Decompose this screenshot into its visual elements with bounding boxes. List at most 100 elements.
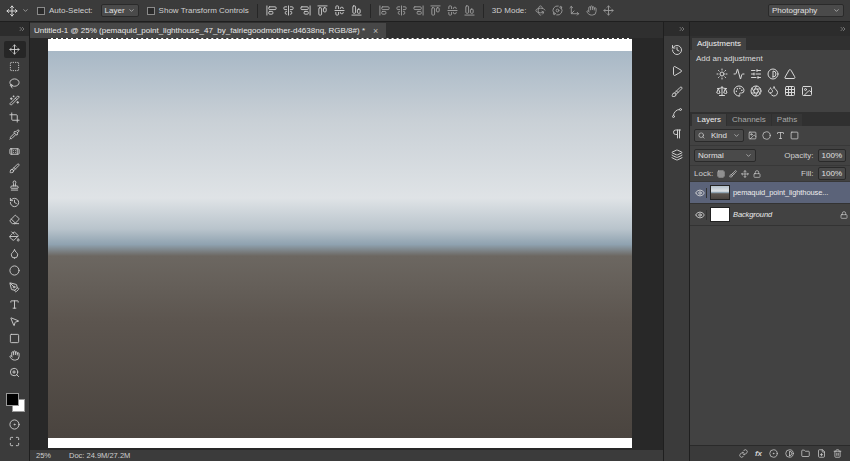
3d-tool-icon[interactable] (586, 5, 597, 16)
adjustments-tab[interactable]: Adjustments (692, 38, 746, 50)
lock-option-icon[interactable] (741, 170, 749, 178)
tool-button[interactable] (4, 109, 26, 126)
target-dropdown[interactable]: Layer (101, 4, 139, 17)
opacity-field[interactable]: 100% (818, 149, 846, 162)
panel-icon[interactable] (671, 128, 683, 140)
tool-button[interactable] (4, 347, 26, 364)
move-icon[interactable] (6, 5, 18, 17)
filter-icon[interactable] (762, 131, 771, 140)
trash-icon[interactable] (833, 449, 842, 458)
tool-button[interactable] (4, 296, 26, 313)
adjustment-icon[interactable] (767, 68, 779, 80)
filter-icon[interactable] (790, 131, 799, 140)
panel-tab[interactable]: Paths (772, 114, 802, 126)
adjustment-icon[interactable] (801, 85, 813, 97)
lock-option-icon[interactable] (717, 170, 725, 178)
zoom-level[interactable]: 25% (36, 451, 51, 460)
fill-field[interactable]: 100% (818, 167, 846, 180)
tool-button[interactable] (4, 41, 26, 58)
color-swatches[interactable] (4, 391, 26, 413)
align-icon[interactable] (283, 5, 294, 16)
collapse-icon[interactable] (839, 25, 847, 33)
link-icon[interactable] (739, 449, 748, 458)
tool-button[interactable] (4, 313, 26, 330)
collapse-icon[interactable] (678, 25, 686, 33)
distribute-icon[interactable] (396, 5, 407, 16)
3d-tool-icon[interactable] (569, 5, 580, 16)
distribute-icon[interactable] (413, 5, 424, 16)
screen-mode-icon[interactable] (9, 436, 20, 447)
tool-button[interactable] (4, 194, 26, 211)
panel-icon[interactable] (671, 149, 683, 161)
eye-icon[interactable] (695, 188, 705, 198)
filter-icon[interactable] (748, 131, 757, 140)
folder-icon[interactable] (801, 449, 810, 458)
panel-icon[interactable] (671, 86, 683, 98)
canvas[interactable] (30, 38, 663, 450)
layer-row[interactable]: Background (690, 204, 850, 226)
adjustment-icon[interactable] (750, 85, 762, 97)
new-layer-icon[interactable] (817, 449, 826, 458)
adjustment-icon[interactable] (733, 68, 745, 80)
document-tab[interactable]: Untitled-1 @ 25% (pemaquid_point_lightho… (30, 23, 386, 38)
tool-button[interactable] (4, 143, 26, 160)
collapse-icon[interactable] (18, 25, 26, 33)
distribute-icon[interactable] (447, 5, 458, 16)
align-icon[interactable] (351, 5, 362, 16)
panel-tab[interactable]: Channels (727, 114, 771, 126)
distribute-icon[interactable] (379, 5, 390, 16)
workspace-dropdown[interactable]: Photography (768, 4, 844, 17)
align-icon[interactable] (334, 5, 345, 16)
tool-button[interactable] (4, 330, 26, 347)
tool-button[interactable] (4, 126, 26, 143)
layer-row[interactable]: pemaquid_point_lighthouse... (690, 182, 850, 204)
panel-icon[interactable] (671, 65, 683, 77)
transform-checkbox[interactable] (147, 7, 155, 15)
3d-tool-icon[interactable] (603, 5, 614, 16)
tool-button[interactable] (4, 279, 26, 296)
transform-controls[interactable]: Show Transform Controls (147, 6, 249, 15)
adjustment-layer-icon[interactable] (785, 449, 794, 458)
blend-dropdown[interactable]: Normal (694, 149, 756, 162)
tool-button[interactable] (4, 75, 26, 92)
distribute-icon[interactable] (464, 5, 475, 16)
adjustment-icon[interactable] (750, 68, 762, 80)
tool-button[interactable] (4, 92, 26, 109)
panel-tab[interactable]: Layers (692, 114, 726, 126)
kind-dropdown[interactable]: Kind (694, 129, 744, 142)
tool-button[interactable] (4, 177, 26, 194)
panel-icon[interactable] (671, 107, 683, 119)
tool-button[interactable] (4, 228, 26, 245)
distribute-icon[interactable] (430, 5, 441, 16)
align-icon[interactable] (300, 5, 311, 16)
adjustment-icon[interactable] (733, 85, 745, 97)
adjustment-icon[interactable] (716, 85, 728, 97)
lock-option-icon[interactable] (729, 170, 737, 178)
tool-button[interactable] (4, 262, 26, 279)
adjustment-icon[interactable] (716, 68, 728, 80)
tool-button[interactable] (4, 58, 26, 75)
tool-button[interactable] (4, 160, 26, 177)
lock-option-icon[interactable] (753, 170, 761, 178)
3d-tool-icon[interactable] (552, 5, 563, 16)
filter-icon[interactable] (776, 131, 785, 140)
panel-icon[interactable] (671, 44, 683, 56)
auto-select-checkbox[interactable] (37, 7, 45, 15)
mask-icon[interactable] (769, 449, 778, 458)
adjustment-icon[interactable] (784, 68, 796, 80)
tool-button[interactable] (4, 211, 26, 228)
auto-select[interactable]: Auto-Select: (37, 6, 93, 15)
align-icon[interactable] (317, 5, 328, 16)
fx-button[interactable]: fx (755, 449, 762, 458)
foreground-swatch[interactable] (6, 393, 19, 406)
eye-icon[interactable] (695, 210, 705, 220)
tool-preset[interactable] (6, 5, 29, 17)
tool-button[interactable] (4, 245, 26, 262)
3d-tool-icon[interactable] (535, 5, 546, 16)
adjustment-icon[interactable] (784, 85, 796, 97)
close-button[interactable]: × (373, 26, 378, 36)
quick-mask-icon[interactable] (9, 419, 20, 430)
align-icon[interactable] (266, 5, 277, 16)
tool-button[interactable] (4, 364, 26, 381)
adjustment-icon[interactable] (767, 85, 779, 97)
